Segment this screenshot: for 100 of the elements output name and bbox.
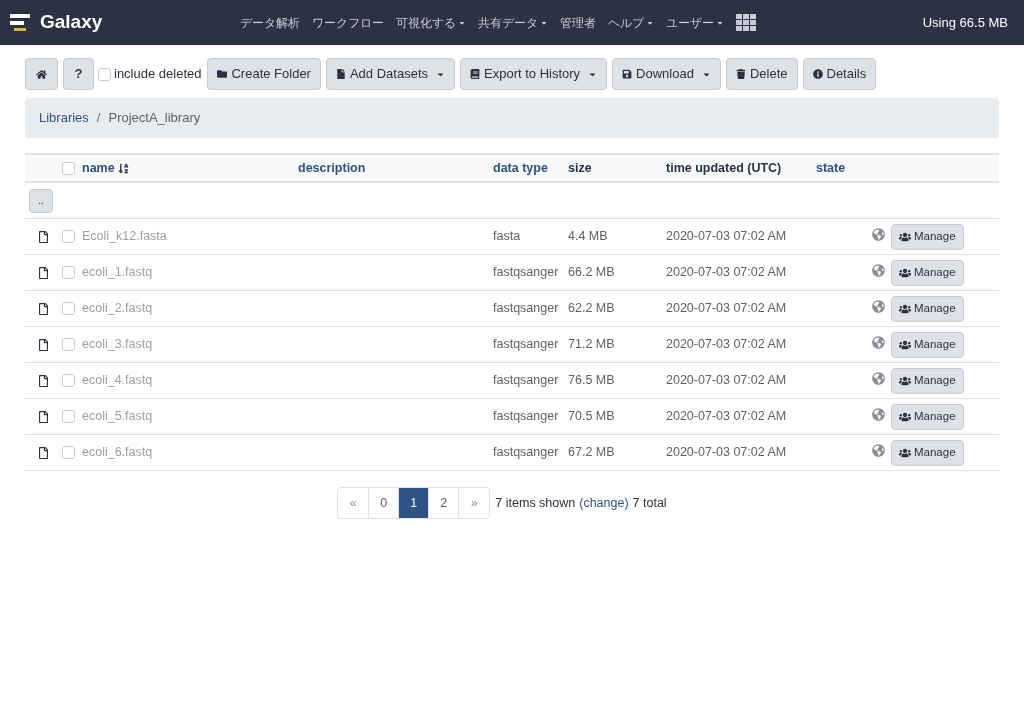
toolbar-button[interactable]: Create Folder: [207, 58, 321, 90]
quota-usage[interactable]: Using 66.5 MB: [922, 12, 1008, 33]
apps-grid-icon[interactable]: [736, 13, 757, 32]
data-type: fastqsanger: [493, 409, 559, 424]
page-link[interactable]: 1: [399, 488, 430, 518]
toolbar-button[interactable]: Delete: [725, 58, 798, 90]
row-checkbox[interactable]: [62, 338, 75, 351]
parent-folder-button[interactable]: ..: [29, 188, 53, 213]
breadcrumb-link[interactable]: Libraries: [39, 108, 89, 128]
manage-button[interactable]: Manage: [891, 367, 964, 394]
home-icon: [36, 68, 47, 80]
users-icon: [899, 231, 911, 242]
toolbar-button[interactable]: Download: [612, 58, 721, 90]
time-updated: 2020-07-03 07:02 AM: [666, 337, 787, 352]
total-count: 7 total: [632, 494, 667, 512]
time-updated: 2020-07-03 07:02 AM: [666, 373, 787, 388]
manage-button[interactable]: Manage: [891, 439, 964, 466]
file-icon: [38, 410, 49, 423]
manage-button[interactable]: Manage: [891, 223, 964, 250]
time-updated: 2020-07-03 07:02 AM: [666, 229, 787, 244]
row-checkbox[interactable]: [62, 230, 75, 243]
file-icon: [335, 69, 346, 79]
column-header[interactable]: name: [82, 158, 129, 178]
file-icon: [38, 230, 49, 243]
manage-button[interactable]: Manage: [891, 259, 964, 286]
data-type: fastqsanger: [493, 373, 559, 388]
file-size: 67.2 MB: [568, 445, 615, 460]
trash-icon: [735, 69, 746, 79]
globe-icon: [872, 444, 885, 457]
column-header[interactable]: description: [298, 158, 366, 178]
data-type: fastqsanger: [493, 265, 559, 280]
nav-menu-item[interactable]: 可視化する: [396, 13, 467, 32]
logo-icon: [10, 13, 32, 32]
file-icon: [38, 338, 49, 351]
breadcrumb-separator: /: [96, 109, 101, 128]
time-updated: 2020-07-03 07:02 AM: [666, 265, 787, 280]
manage-button[interactable]: Manage: [891, 331, 964, 358]
folder-icon: [217, 69, 228, 79]
change-link[interactable]: (change): [579, 493, 629, 513]
nav-menu-item[interactable]: ヘルプ: [608, 13, 655, 32]
data-type: fastqsanger: [493, 301, 559, 316]
globe-icon: [872, 408, 885, 421]
page-link[interactable]: 2: [429, 488, 460, 518]
users-icon: [899, 447, 911, 458]
row-checkbox[interactable]: [62, 266, 75, 279]
sort-icon: [117, 162, 129, 174]
manage-button[interactable]: Manage: [891, 403, 964, 430]
info-icon: [812, 69, 823, 79]
globe-icon: [872, 336, 885, 349]
column-header: time updated (UTC): [666, 159, 782, 177]
home-button[interactable]: [25, 58, 58, 90]
items-shown-text: 7 items shown: [495, 494, 576, 512]
file-size: 70.5 MB: [568, 409, 615, 424]
file-size: 4.4 MB: [568, 229, 608, 244]
nav-menu-item[interactable]: 管理者: [560, 13, 597, 32]
nav-menu-item[interactable]: 共有データ: [478, 13, 549, 32]
file-size: 62.2 MB: [568, 301, 615, 316]
file-icon: [38, 374, 49, 387]
globe-icon: [872, 228, 885, 241]
toolbar-button[interactable]: Details: [802, 58, 877, 90]
row-checkbox[interactable]: [62, 446, 75, 459]
book-icon: [470, 69, 480, 79]
file-size: 71.2 MB: [568, 337, 615, 352]
row-checkbox[interactable]: [62, 410, 75, 423]
column-header[interactable]: data type: [493, 158, 548, 178]
file-icon: [38, 266, 49, 279]
breadcrumb-current: ProjectA_library: [108, 109, 201, 128]
data-type: fasta: [493, 229, 521, 244]
file-size: 76.5 MB: [568, 373, 615, 388]
data-type: fastqsanger: [493, 445, 559, 460]
toolbar-button[interactable]: Export to History: [460, 58, 608, 90]
users-icon: [899, 267, 911, 278]
users-icon: [899, 339, 911, 350]
time-updated: 2020-07-03 07:02 AM: [666, 409, 787, 424]
select-all-checkbox[interactable]: [62, 161, 75, 175]
include-deleted-checkbox[interactable]: [98, 67, 111, 81]
data-type: fastqsanger: [493, 337, 559, 352]
nav-menu-item[interactable]: ワークフロー: [312, 13, 385, 32]
users-icon: [899, 303, 911, 314]
file-icon: [38, 446, 49, 459]
row-checkbox[interactable]: [62, 302, 75, 315]
file-size: 66.2 MB: [568, 265, 615, 280]
row-checkbox[interactable]: [62, 374, 75, 387]
brand-name[interactable]: Galaxy: [40, 8, 103, 37]
nav-menu-item[interactable]: データ解析: [240, 13, 301, 32]
globe-icon: [872, 300, 885, 313]
nav-menu-item[interactable]: ユーザー: [666, 13, 725, 32]
manage-button[interactable]: Manage: [891, 295, 964, 322]
column-header[interactable]: state: [816, 158, 846, 178]
globe-icon: [872, 264, 885, 277]
globe-icon: [872, 372, 885, 385]
time-updated: 2020-07-03 07:02 AM: [666, 445, 787, 460]
help-button[interactable]: ?: [63, 58, 94, 90]
users-icon: [899, 411, 911, 422]
file-icon: [38, 302, 49, 315]
toolbar-button[interactable]: Add Datasets: [325, 58, 455, 90]
users-icon: [899, 375, 911, 386]
include-deleted-label: include deleted: [114, 65, 202, 84]
column-header: size: [568, 159, 592, 177]
time-updated: 2020-07-03 07:02 AM: [666, 301, 787, 316]
